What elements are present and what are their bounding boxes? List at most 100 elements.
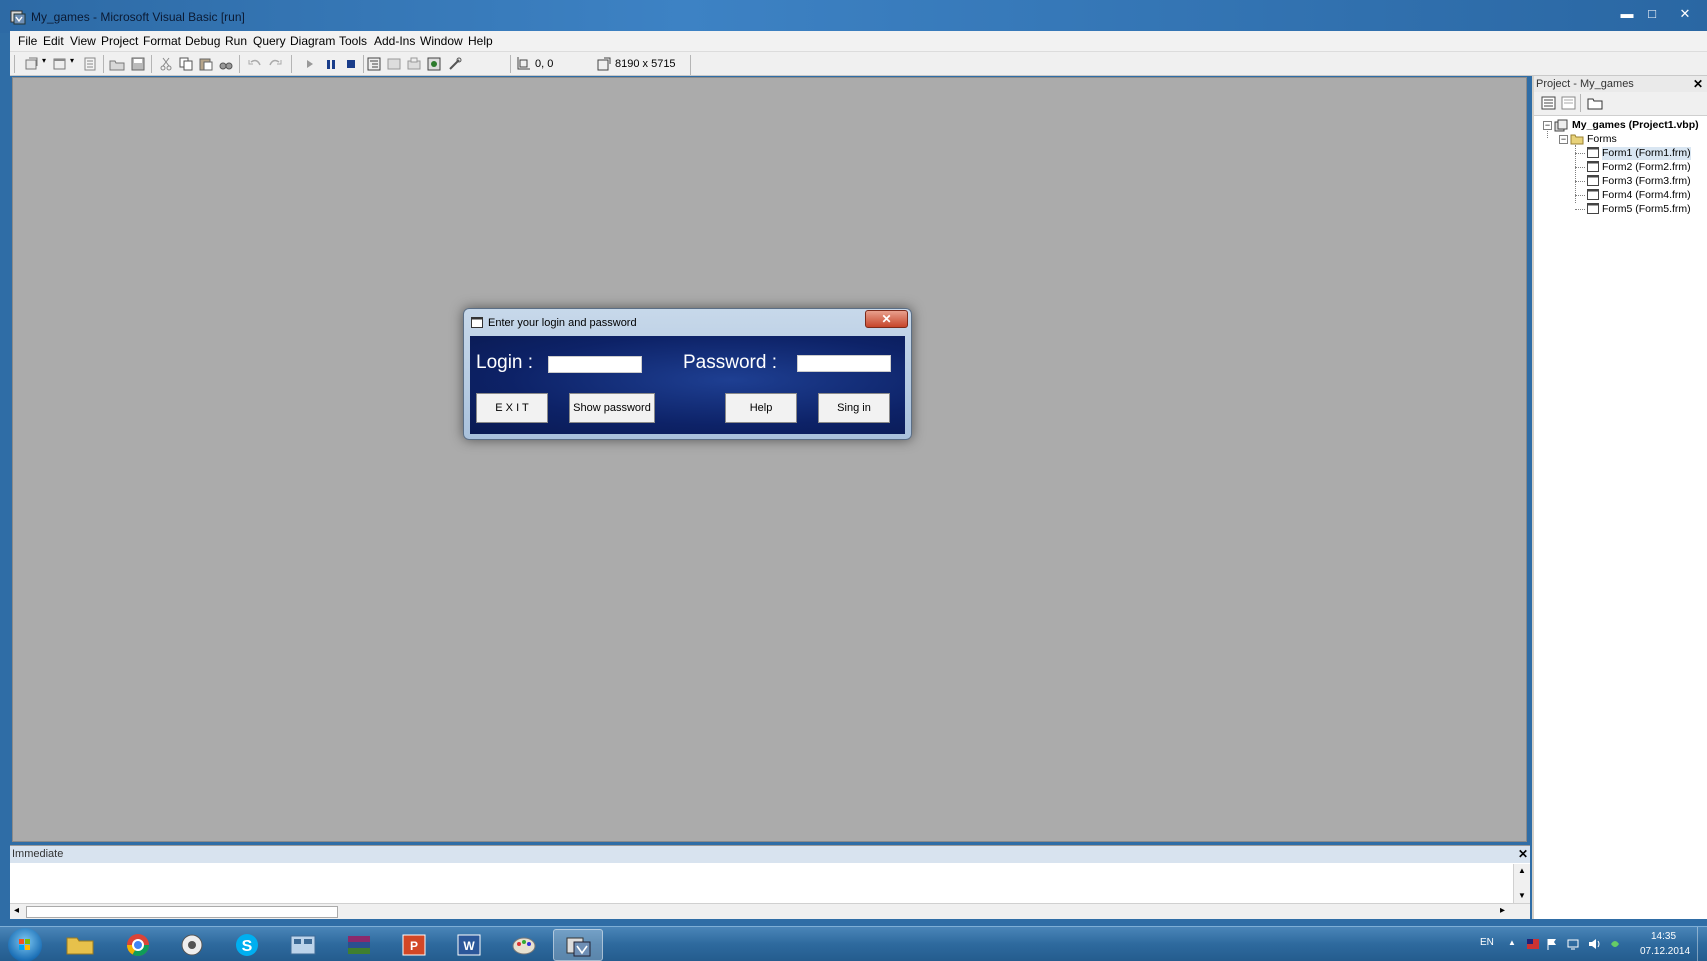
menu-window[interactable]: Window [420, 34, 463, 48]
keyboard-layout-icon[interactable] [1526, 937, 1540, 951]
password-input[interactable] [797, 355, 891, 372]
toolbar-separator [239, 55, 240, 73]
break-pause-icon[interactable] [323, 56, 339, 72]
project-explorer-icon[interactable] [366, 56, 382, 72]
tree-item-form3[interactable]: Form3 (Form3.frm) [1602, 175, 1691, 188]
menu-run[interactable]: Run [225, 34, 247, 48]
end-stop-icon[interactable] [343, 56, 359, 72]
tree-collapse-toggle[interactable]: − [1543, 121, 1552, 130]
show-hidden-icons-button[interactable]: ▲ [1508, 938, 1516, 947]
language-indicator[interactable]: EN [1480, 937, 1494, 948]
add-form-icon[interactable] [52, 56, 68, 72]
save-project-icon[interactable] [130, 56, 146, 72]
paint-icon [512, 937, 536, 955]
toolbar-separator [690, 55, 691, 75]
toolbox-icon[interactable] [447, 56, 463, 72]
immediate-text-area[interactable] [10, 864, 1512, 904]
start-run-icon[interactable] [302, 56, 318, 72]
start-button[interactable] [8, 928, 42, 961]
toolbar-separator [1580, 94, 1581, 112]
scroll-right-arrow[interactable]: ▸ [1500, 905, 1505, 916]
tree-item-form4[interactable]: Form4 (Form4.frm) [1602, 189, 1691, 202]
project-explorer-panel: Project - My_games ✕ − My_games (Project… [1532, 76, 1707, 919]
close-window-button[interactable]: ✕ [1674, 5, 1696, 23]
menu-debug[interactable]: Debug [185, 34, 220, 48]
help-button[interactable]: Help [725, 393, 797, 423]
scroll-down-arrow[interactable]: ▼ [1518, 891, 1526, 900]
copy-icon[interactable] [178, 56, 194, 72]
taskbar-word[interactable]: W [444, 929, 494, 961]
menu-query[interactable]: Query [253, 34, 286, 48]
show-desktop-button[interactable] [1697, 927, 1707, 961]
network-icon[interactable] [1566, 937, 1580, 951]
view-object-icon[interactable] [1561, 96, 1577, 110]
taskbar-powerpoint[interactable]: P [389, 929, 439, 961]
login-input[interactable] [548, 356, 642, 373]
tree-item-form1[interactable]: Form1 (Form1.frm) [1602, 147, 1691, 160]
redo-icon[interactable] [267, 56, 283, 72]
show-password-button[interactable]: Show password [569, 393, 655, 423]
title-bar[interactable]: My_games - Microsoft Visual Basic [run] … [0, 0, 1707, 33]
password-label: Password : [683, 352, 777, 373]
menu-tools[interactable]: Tools [339, 34, 367, 48]
view-code-icon[interactable] [1541, 96, 1557, 110]
tree-connector [1547, 131, 1548, 138]
immediate-horizontal-scrollbar[interactable]: ◂ ▸ [10, 903, 1530, 919]
taskbar-explorer[interactable] [55, 929, 105, 961]
tree-project-root[interactable]: My_games (Project1.vbp) [1572, 119, 1699, 132]
menu-view[interactable]: View [70, 34, 96, 48]
minimize-button[interactable]: ▬ [1616, 5, 1638, 23]
scroll-left-arrow[interactable]: ◂ [14, 905, 19, 916]
tree-collapse-toggle[interactable]: − [1559, 135, 1568, 144]
horizontal-scroll-thumb[interactable] [26, 906, 338, 918]
immediate-close-button[interactable]: ✕ [1518, 846, 1528, 863]
clock-time[interactable]: 14:35 [1651, 931, 1676, 942]
undo-icon[interactable] [247, 56, 263, 72]
project-icon [1554, 119, 1568, 132]
dropdown-arrow-icon[interactable]: ▾ [42, 56, 46, 65]
taskbar-paint[interactable] [499, 929, 549, 961]
form-layout-icon[interactable] [406, 56, 422, 72]
menu-file[interactable]: File [18, 34, 37, 48]
scroll-up-arrow[interactable]: ▲ [1518, 866, 1526, 875]
taskbar-winrar[interactable] [334, 929, 384, 961]
taskbar-chrome[interactable] [113, 929, 163, 961]
toggle-folders-icon[interactable] [1587, 96, 1603, 110]
cut-icon[interactable] [158, 56, 174, 72]
immediate-vertical-scrollbar[interactable]: ▲ ▼ [1513, 864, 1530, 904]
taskbar-visual-basic[interactable] [553, 929, 603, 961]
find-icon[interactable] [218, 56, 234, 72]
paste-icon[interactable] [198, 56, 214, 72]
taskbar-control-panel[interactable] [278, 929, 328, 961]
power-status-icon[interactable] [1608, 937, 1622, 951]
properties-window-icon[interactable] [386, 56, 402, 72]
standard-toolbar: ▾ ▾ 0, 0 8190 x 5715 [10, 52, 1707, 76]
form-icon [1587, 175, 1599, 186]
clock-date[interactable]: 07.12.2014 [1640, 946, 1690, 957]
menu-project[interactable]: Project [101, 34, 138, 48]
menu-editor-icon[interactable] [82, 56, 98, 72]
taskbar-skype[interactable]: S [222, 929, 272, 961]
taskbar-media-player[interactable] [167, 929, 217, 961]
control-panel-icon [290, 935, 316, 955]
volume-icon[interactable] [1587, 937, 1601, 951]
dialog-close-button[interactable]: ✕ [865, 310, 908, 328]
dropdown-arrow-icon[interactable]: ▾ [70, 56, 74, 65]
form-position-readout: 0, 0 [535, 58, 554, 70]
add-project-icon[interactable] [24, 56, 40, 72]
maximize-button[interactable]: □ [1641, 5, 1663, 23]
menu-help[interactable]: Help [468, 34, 493, 48]
open-project-icon[interactable] [109, 56, 125, 72]
sign-in-button[interactable]: Sing in [818, 393, 890, 423]
menu-add-ins[interactable]: Add-Ins [374, 34, 415, 48]
exit-button[interactable]: E X I T [476, 393, 548, 423]
tree-item-form2[interactable]: Form2 (Form2.frm) [1602, 161, 1691, 174]
action-center-flag-icon[interactable] [1545, 937, 1559, 951]
project-explorer-close-button[interactable]: ✕ [1691, 76, 1705, 92]
menu-edit[interactable]: Edit [43, 34, 64, 48]
tree-folder-forms[interactable]: Forms [1587, 133, 1617, 146]
object-browser-icon[interactable] [426, 56, 442, 72]
menu-format[interactable]: Format [143, 34, 181, 48]
menu-diagram[interactable]: Diagram [290, 34, 335, 48]
tree-item-form5[interactable]: Form5 (Form5.frm) [1602, 203, 1691, 216]
